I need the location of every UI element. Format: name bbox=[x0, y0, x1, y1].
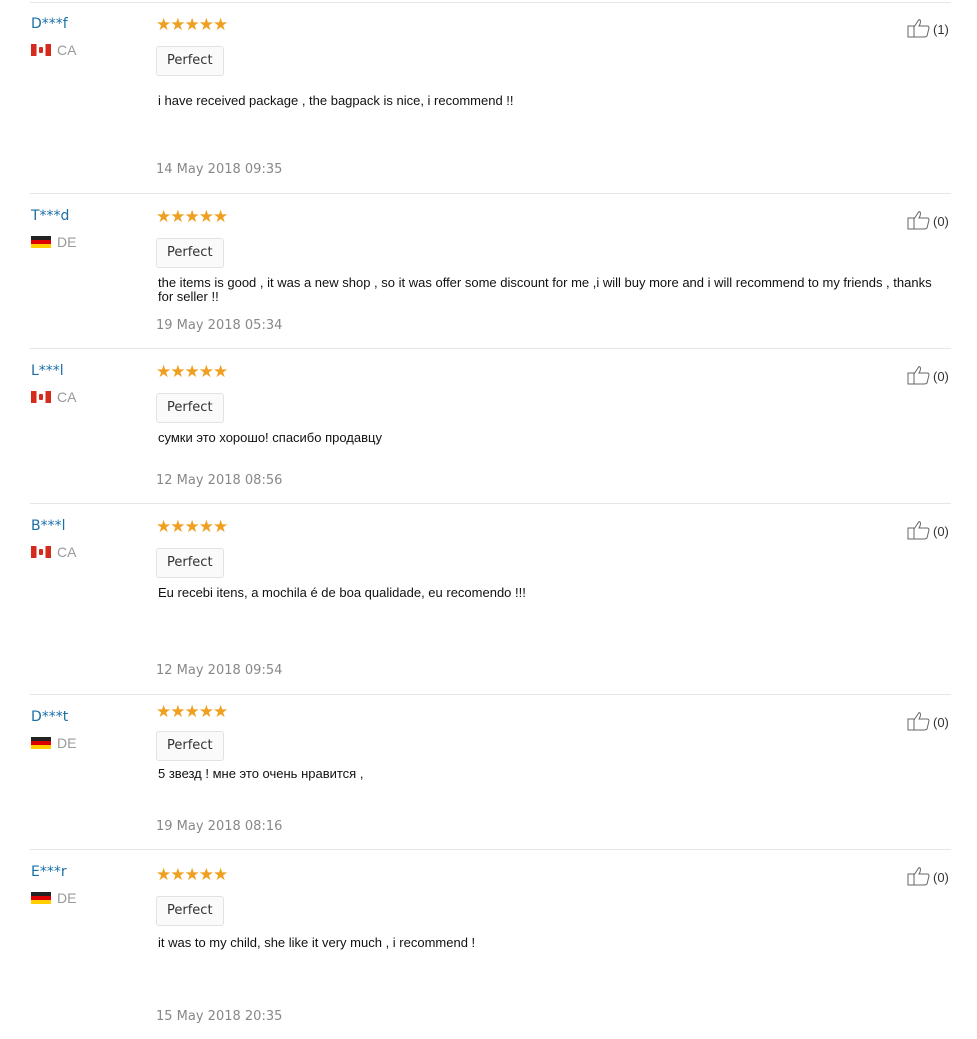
country-code: CA bbox=[57, 42, 77, 58]
flag-icon bbox=[31, 546, 51, 558]
review-date: 15 May 2018 20:35 bbox=[156, 1009, 283, 1024]
divider bbox=[30, 193, 951, 194]
reviewer-name: D***f bbox=[31, 16, 68, 32]
thumbs-up-icon bbox=[907, 210, 933, 233]
country-code: DE bbox=[57, 234, 77, 250]
reviewer-country: CA bbox=[31, 389, 76, 405]
flag-icon bbox=[31, 892, 51, 904]
star-rating: ★★★★★ bbox=[156, 517, 228, 536]
divider bbox=[30, 694, 951, 695]
divider bbox=[30, 2, 951, 3]
reviewer-country: DE bbox=[31, 735, 76, 751]
reviewer-name: T***d bbox=[31, 208, 70, 224]
reviewer-country: CA bbox=[31, 544, 76, 560]
like-button[interactable]: (0) bbox=[907, 520, 949, 543]
like-count: (0) bbox=[933, 870, 949, 885]
country-code: CA bbox=[57, 389, 77, 405]
review-date: 14 May 2018 09:35 bbox=[156, 162, 283, 177]
review-text: i have received package , the bagpack is… bbox=[158, 93, 514, 108]
star-rating: ★★★★★ bbox=[156, 15, 228, 34]
star-rating: ★★★★★ bbox=[156, 207, 228, 226]
reviewer-name: B***l bbox=[31, 518, 66, 534]
thumbs-up-icon bbox=[907, 18, 933, 41]
reviewer-name: L***l bbox=[31, 363, 64, 379]
country-code: DE bbox=[57, 735, 77, 751]
review-date: 12 May 2018 08:56 bbox=[156, 473, 283, 488]
rating-badge: Perfect bbox=[156, 238, 224, 268]
rating-badge: Perfect bbox=[156, 46, 224, 76]
rating-badge: Perfect bbox=[156, 393, 224, 423]
flag-icon bbox=[31, 391, 51, 403]
like-button[interactable]: (0) bbox=[907, 210, 949, 233]
divider bbox=[30, 849, 951, 850]
country-code: DE bbox=[57, 890, 77, 906]
thumbs-up-icon bbox=[907, 365, 933, 388]
flag-icon bbox=[31, 44, 51, 56]
thumbs-up-icon bbox=[907, 866, 933, 889]
reviewer-name: E***r bbox=[31, 864, 67, 880]
like-button[interactable]: (0) bbox=[907, 365, 949, 388]
review-text: Eu recebi itens, a mochila é de boa qual… bbox=[158, 585, 526, 600]
like-count: (0) bbox=[933, 524, 949, 539]
like-button[interactable]: (0) bbox=[907, 711, 949, 734]
thumbs-up-icon bbox=[907, 520, 933, 543]
country-code: CA bbox=[57, 544, 77, 560]
divider bbox=[30, 503, 951, 504]
reviewer-name: D***t bbox=[31, 709, 69, 725]
review-date: 12 May 2018 09:54 bbox=[156, 663, 283, 678]
star-rating: ★★★★★ bbox=[156, 702, 228, 721]
like-count: (0) bbox=[933, 369, 949, 384]
rating-badge: Perfect bbox=[156, 896, 224, 926]
review-text: сумки это хорошо! спасибо продавцу bbox=[158, 430, 382, 445]
flag-icon bbox=[31, 737, 51, 749]
review-date: 19 May 2018 05:34 bbox=[156, 318, 283, 333]
like-button[interactable]: (0) bbox=[907, 866, 949, 889]
review-date: 19 May 2018 08:16 bbox=[156, 819, 283, 834]
reviewer-country: DE bbox=[31, 234, 76, 250]
reviewer-country: DE bbox=[31, 890, 76, 906]
star-rating: ★★★★★ bbox=[156, 865, 228, 884]
review-text: 5 звезд ! мне это очень нравится , bbox=[158, 766, 364, 781]
flag-icon bbox=[31, 236, 51, 248]
reviewer-country: CA bbox=[31, 42, 76, 58]
rating-badge: Perfect bbox=[156, 731, 224, 761]
rating-badge: Perfect bbox=[156, 548, 224, 578]
like-count: (0) bbox=[933, 715, 949, 730]
review-text: it was to my child, she like it very muc… bbox=[158, 935, 476, 950]
like-count: (1) bbox=[933, 22, 949, 37]
review-text: the items is good , it was a new shop , … bbox=[158, 275, 932, 304]
divider bbox=[30, 348, 951, 349]
thumbs-up-icon bbox=[907, 711, 933, 734]
like-count: (0) bbox=[933, 214, 949, 229]
like-button[interactable]: (1) bbox=[907, 18, 949, 41]
star-rating: ★★★★★ bbox=[156, 362, 228, 381]
